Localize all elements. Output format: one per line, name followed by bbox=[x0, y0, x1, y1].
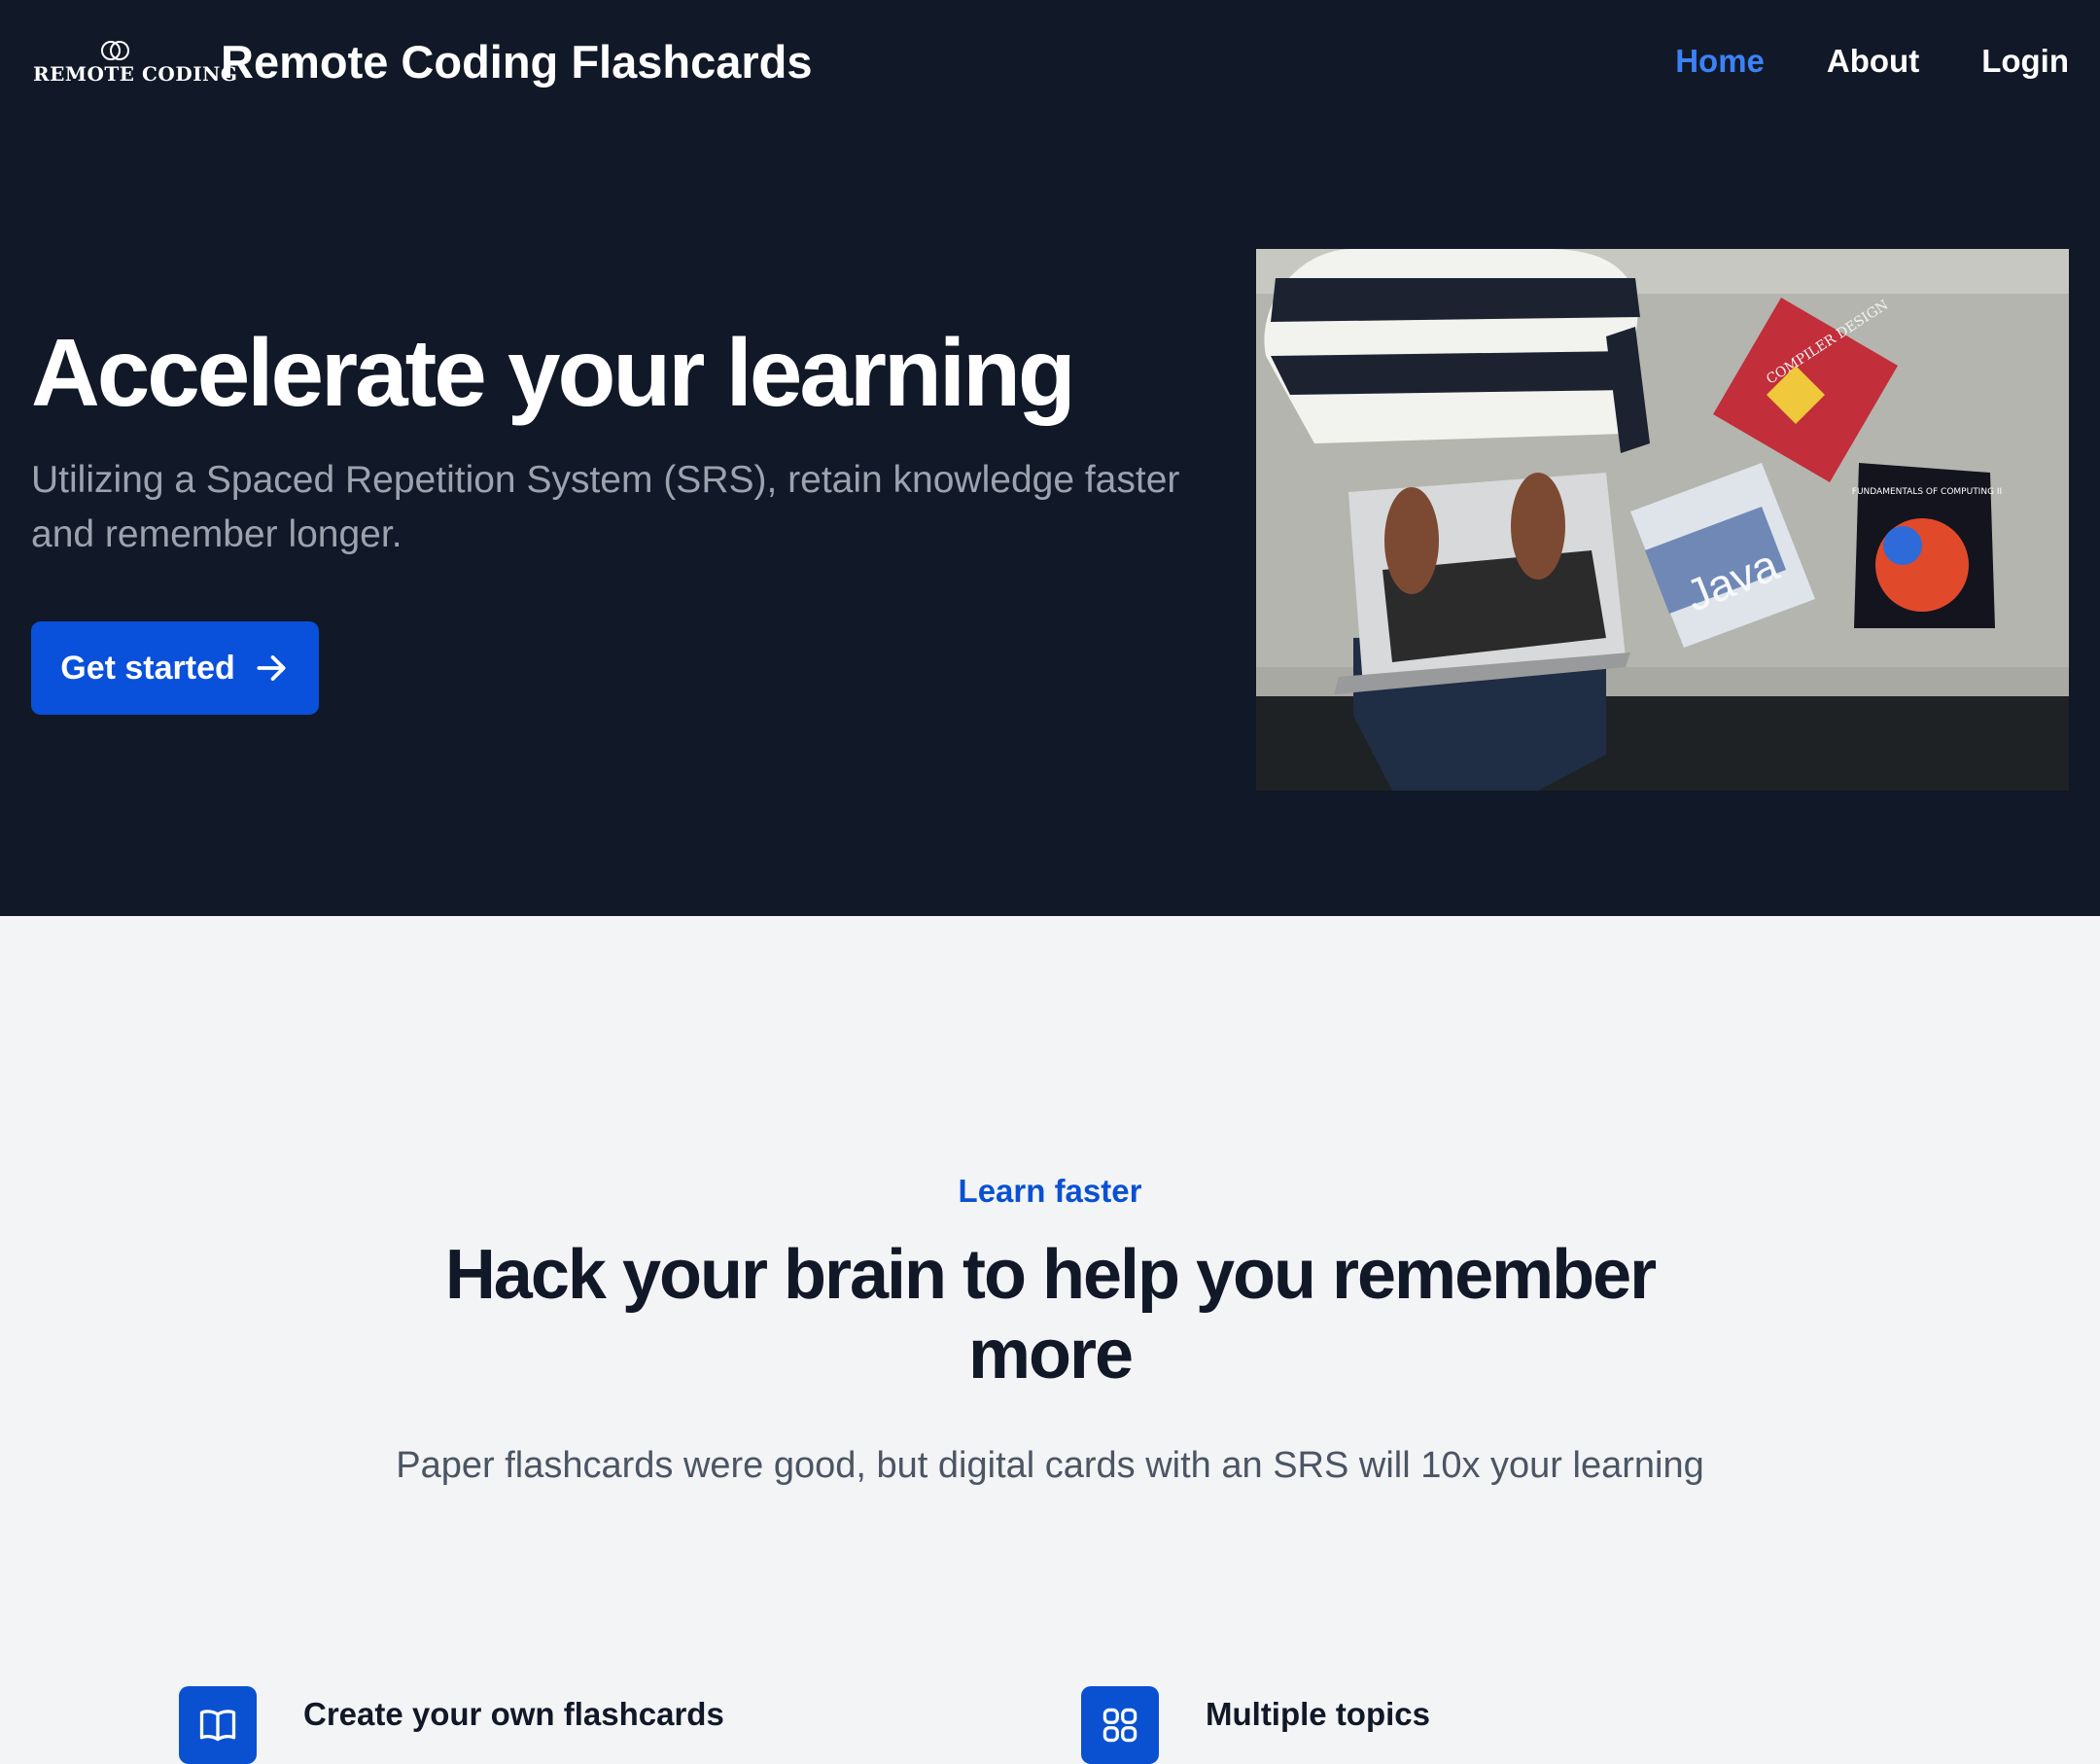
feature-create-flashcards: Create your own flashcards bbox=[179, 1686, 957, 1764]
grid-icon bbox=[1102, 1708, 1138, 1743]
get-started-label: Get started bbox=[60, 649, 235, 687]
arrow-right-icon bbox=[257, 655, 286, 681]
logo-circles-icon bbox=[101, 41, 130, 60]
hero-section: REMOTE CODING Remote Coding Flashcards H… bbox=[0, 0, 2100, 916]
nav-about-link[interactable]: About bbox=[1827, 43, 1919, 80]
logo-text: REMOTE CODING bbox=[33, 62, 238, 86]
nav-home-link[interactable]: Home bbox=[1675, 43, 1765, 80]
section-title: Hack your brain to help you remember mor… bbox=[444, 1236, 1657, 1394]
laptop-books-photo: COMPILER DESIGN Java FUNDAMENTALS OF COM… bbox=[1256, 249, 2069, 791]
feature-multiple-topics: Multiple topics bbox=[1081, 1686, 1859, 1764]
feature-title: Multiple topics bbox=[1206, 1696, 1430, 1732]
hero-subtitle: Utilizing a Spaced Repetition System (SR… bbox=[31, 459, 1180, 555]
feature-icon-box bbox=[1081, 1686, 1159, 1764]
hero-image: COMPILER DESIGN Java FUNDAMENTALS OF COM… bbox=[1256, 249, 2069, 791]
brand-title[interactable]: Remote Coding Flashcards bbox=[221, 35, 813, 88]
book-open-icon bbox=[199, 1710, 236, 1742]
section-description: Paper flashcards were good, but digital … bbox=[396, 1445, 1704, 1486]
nav-login-link[interactable]: Login bbox=[1981, 43, 2069, 80]
hero-title: Accelerate your learning bbox=[31, 319, 1076, 426]
feature-title: Create your own flashcards bbox=[303, 1696, 724, 1732]
main-nav: Home About Login bbox=[1675, 43, 2069, 80]
feature-icon-box bbox=[179, 1686, 257, 1764]
remote-coding-logo[interactable]: REMOTE CODING bbox=[33, 39, 238, 97]
get-started-button[interactable]: Get started bbox=[31, 621, 319, 715]
section-eyebrow: Learn faster bbox=[958, 1173, 1142, 1209]
book-fundamentals-title: FUNDAMENTALS OF COMPUTING II bbox=[1852, 487, 2002, 497]
